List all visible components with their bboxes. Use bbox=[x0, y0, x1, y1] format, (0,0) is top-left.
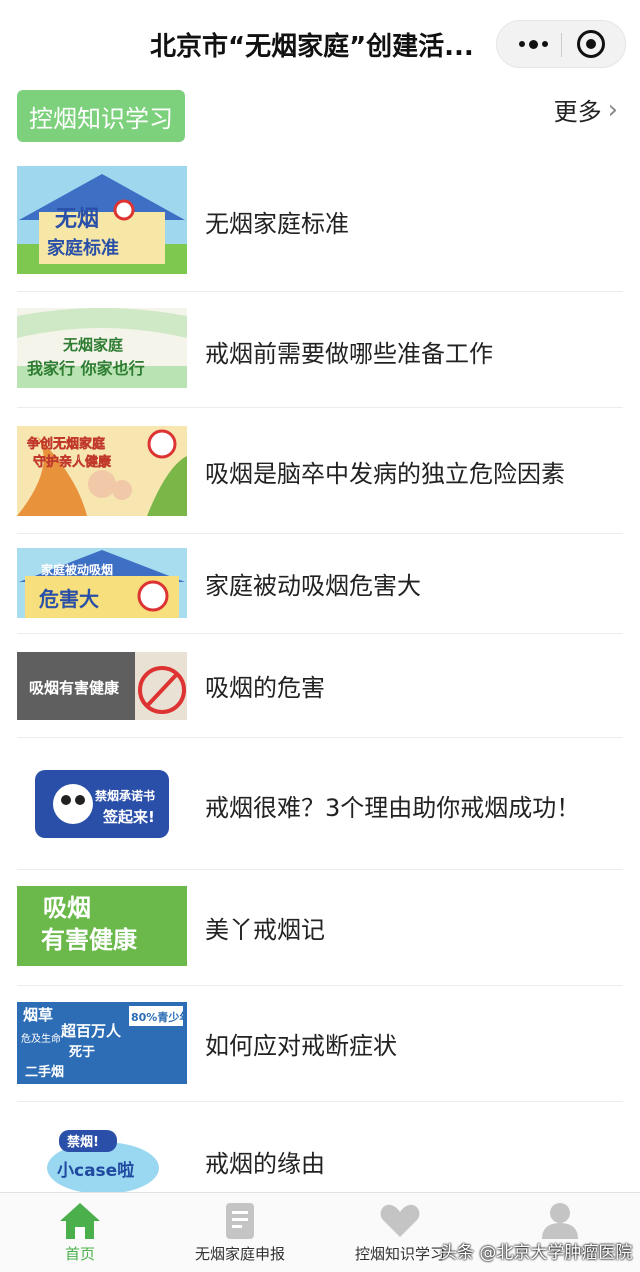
tab-label: 首页 bbox=[64, 1245, 95, 1263]
article-title: 无烟家庭标准 bbox=[205, 210, 349, 238]
section-chip: 控烟知识学习 bbox=[17, 90, 185, 142]
thumb-text: 吸烟有害健康 bbox=[29, 679, 120, 697]
thumb-text: 危及生命 bbox=[21, 1032, 61, 1045]
article-title: 戒烟很难？3个理由助你戒烟成功！ bbox=[205, 794, 581, 822]
thumb-text: 无烟 bbox=[55, 207, 99, 232]
article-item-2[interactable]: 无烟家庭 我家行 你家也行 戒烟前需要做哪些准备工作 bbox=[17, 292, 623, 408]
article-title: 戒烟的缘由 bbox=[205, 1150, 325, 1178]
article-thumbnail: 家庭被动吸烟 危害大 bbox=[17, 548, 187, 618]
thumb-text: 二手烟 bbox=[25, 1064, 64, 1080]
thumb-text: 80%青少年 bbox=[131, 1010, 187, 1024]
article-item-6[interactable]: 禁烟承诺书 签起来! 戒烟很难？3个理由助你戒烟成功！ bbox=[17, 738, 623, 870]
thumb-text: 小case啦 bbox=[57, 1160, 134, 1181]
thumb-text: 死于 bbox=[69, 1045, 95, 1060]
article-title: 戒烟前需要做哪些准备工作 bbox=[205, 340, 493, 368]
thumb-text: 超百万人 bbox=[60, 1022, 122, 1040]
heart-icon bbox=[380, 1204, 420, 1237]
article-item-4[interactable]: 家庭被动吸烟 危害大 家庭被动吸烟危害大 bbox=[17, 534, 623, 634]
document-icon bbox=[226, 1203, 254, 1239]
article-item-7[interactable]: 吸烟 有害健康 美丫戒烟记 bbox=[17, 870, 623, 986]
article-thumbnail: 争创无烟家庭 守护亲人健康 bbox=[17, 426, 187, 516]
watermark: 头条 @北京大学肿瘤医院 bbox=[440, 1243, 633, 1263]
thumb-text: 争创无烟家庭 bbox=[27, 436, 106, 452]
thumb-text: 有害健康 bbox=[41, 926, 138, 954]
thumb-text: 烟草 bbox=[23, 1006, 53, 1024]
user-icon bbox=[542, 1203, 578, 1239]
article-thumbnail: 烟草 危及生命 超百万人 死于 二手烟 80%青少年 bbox=[17, 1002, 187, 1084]
tab-label: 无烟家庭申报 bbox=[194, 1245, 285, 1263]
article-thumbnail: 无烟 家庭标准 bbox=[17, 166, 187, 274]
article-title: 家庭被动吸烟危害大 bbox=[205, 572, 421, 600]
article-item-3[interactable]: 争创无烟家庭 守护亲人健康 吸烟是脑卒中发病的独立危险因素 bbox=[17, 408, 623, 534]
mini-program-capsule bbox=[496, 20, 626, 68]
more-dots-icon[interactable] bbox=[505, 21, 561, 67]
thumb-text: 签起来! bbox=[102, 808, 155, 826]
article-title: 吸烟的危害 bbox=[205, 674, 325, 702]
article-thumbnail: 吸烟有害健康 bbox=[17, 652, 187, 720]
article-thumbnail: 无烟家庭 我家行 你家也行 bbox=[17, 308, 187, 388]
thumb-text: 危害大 bbox=[39, 587, 99, 611]
tab-home[interactable]: 首页 bbox=[0, 1193, 160, 1272]
article-thumbnail: 吸烟 有害健康 bbox=[17, 886, 187, 966]
article-item-1[interactable]: 无烟 家庭标准 无烟家庭标准 bbox=[17, 150, 623, 292]
tab-declaration[interactable]: 无烟家庭申报 bbox=[160, 1193, 320, 1272]
page-title: 北京市“无烟家庭”创建活... bbox=[150, 32, 474, 62]
thumb-text: 家庭标准 bbox=[47, 237, 119, 259]
more-link[interactable]: 更多 › bbox=[554, 92, 618, 127]
home-icon bbox=[60, 1203, 100, 1239]
article-item-9[interactable]: 禁烟! 小case啦 戒烟的缘由 bbox=[17, 1102, 623, 1198]
thumb-text: 家庭被动吸烟 bbox=[41, 562, 113, 577]
article-thumbnail: 禁烟承诺书 签起来! bbox=[17, 762, 187, 846]
thumb-text: 守护亲人健康 bbox=[33, 454, 112, 470]
article-title: 吸烟是脑卒中发病的独立危险因素 bbox=[205, 460, 565, 488]
thumb-text: 我家行 你家也行 bbox=[27, 359, 145, 378]
article-thumbnail: 禁烟! 小case啦 bbox=[17, 1122, 187, 1198]
top-bar: 北京市“无烟家庭”创建活... bbox=[0, 0, 640, 84]
thumb-text: 禁烟承诺书 bbox=[95, 788, 155, 803]
article-title: 美丫戒烟记 bbox=[205, 916, 325, 944]
thumb-text: 禁烟! bbox=[67, 1134, 99, 1150]
article-item-5[interactable]: 吸烟有害健康 吸烟的危害 bbox=[17, 634, 623, 738]
more-link-label: 更多 bbox=[553, 98, 602, 126]
article-item-8[interactable]: 烟草 危及生命 超百万人 死于 二手烟 80%青少年 如何应对戒断症状 bbox=[17, 986, 623, 1102]
thumb-text: 无烟家庭 bbox=[62, 336, 124, 354]
capsule-divider bbox=[561, 33, 562, 57]
close-target-icon[interactable] bbox=[577, 30, 605, 58]
thumb-text: 吸烟 bbox=[43, 894, 91, 922]
article-title: 如何应对戒断症状 bbox=[205, 1032, 397, 1060]
chevron-right-icon: › bbox=[607, 94, 618, 125]
